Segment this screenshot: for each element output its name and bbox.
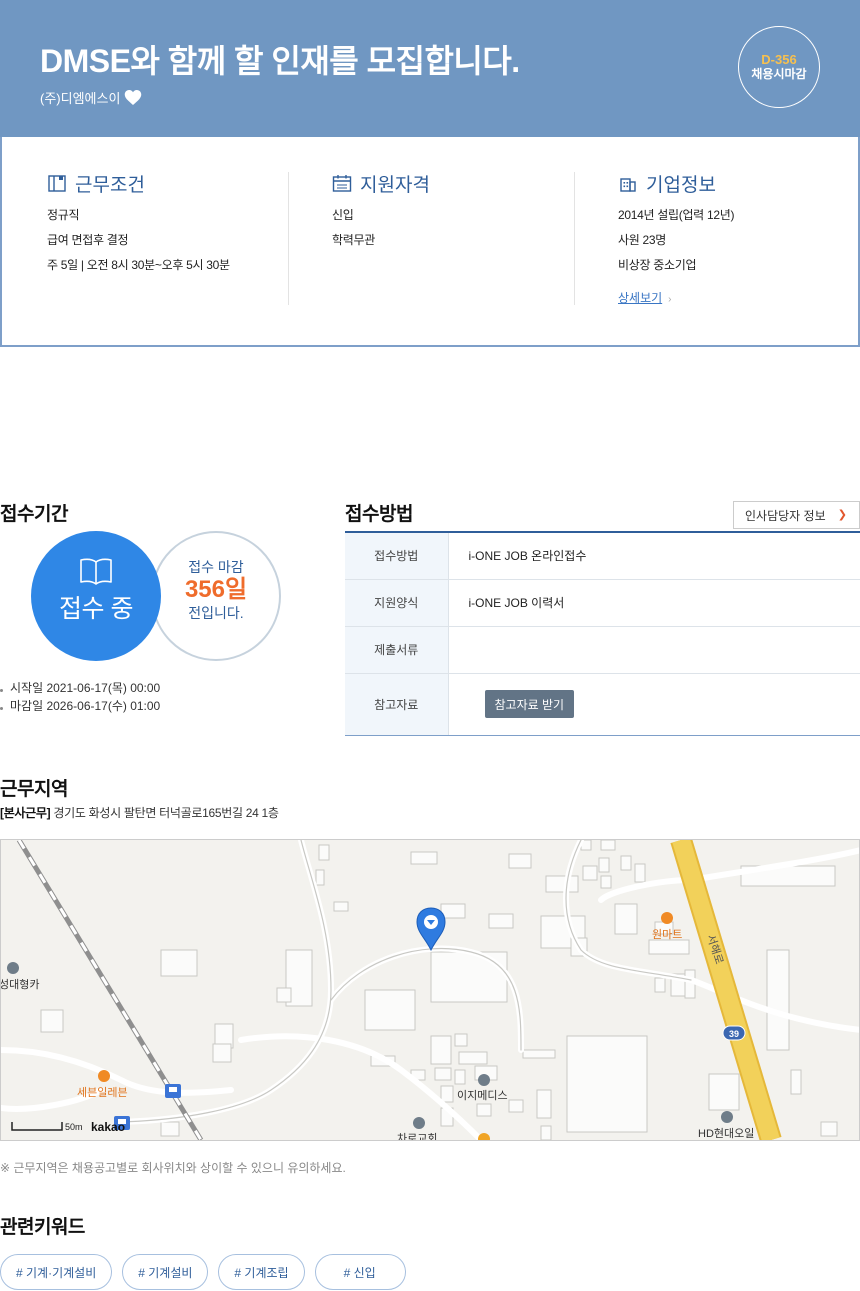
- table-row: 제출서류: [345, 626, 860, 674]
- work-address: [본사근무] 경기도 화성시 팔탄면 터넉골로165번길 24 1층: [0, 804, 279, 821]
- calendar-icon: [332, 175, 352, 192]
- map-label-hdoil: HD현대오일: [698, 1126, 754, 1140]
- work-conditions: 근무조건 정규직 급여 면접후 결정 주 5일 | 오전 8시 30분~오후 5…: [47, 171, 287, 305]
- employment-type: 정규직: [47, 208, 80, 222]
- qualifications-title: 지원자격: [360, 174, 430, 196]
- dday-count: D-356: [761, 52, 797, 67]
- location-map[interactable]: 서해로 39 원마트 성대형카 세븐일레븐 이지메디스 차로교회 HD현대오일 …: [0, 839, 860, 1141]
- row-label: 제출서류: [345, 626, 449, 674]
- keyword-tag[interactable]: # 기계조립: [218, 1254, 305, 1290]
- keyword-tag[interactable]: # 신입: [314, 1254, 406, 1290]
- row-label: 참고자료: [345, 673, 449, 736]
- deadline-label: 접수 마감: [188, 559, 244, 575]
- download-reference-button[interactable]: 참고자료 받기: [484, 690, 575, 718]
- job-title: DMSE와 함께 할 인재를 모집합니다.: [40, 43, 520, 79]
- deadline-days: 356일: [184, 576, 248, 603]
- door-icon: [48, 175, 66, 192]
- keyword-tag[interactable]: # 기계·기계설비: [0, 1254, 113, 1290]
- deadline-suffix: 전입니다.: [188, 605, 244, 621]
- chevron-right-icon: ›: [668, 294, 672, 305]
- job-summary-box: 근무조건 정규직 급여 면접후 결정 주 5일 | 오전 8시 30분~오후 5…: [0, 137, 860, 347]
- building-icon: [620, 178, 636, 192]
- application-status-circle: 접수 중: [31, 531, 161, 661]
- keyword-tag[interactable]: # 기계설비: [122, 1254, 209, 1290]
- heart-icon[interactable]: [124, 89, 142, 106]
- education-level: 학력무관: [332, 233, 375, 247]
- company-name-row: (주)디엠에스이: [40, 88, 142, 107]
- work-conditions-title: 근무조건: [75, 174, 145, 196]
- company-info-heading: 기업정보: [618, 171, 858, 196]
- row-value: i-ONE JOB 온라인접수: [448, 532, 860, 580]
- application-method-table: 접수방법 i-ONE JOB 온라인접수 지원양식 i-ONE JOB 이력서 …: [345, 531, 860, 736]
- table-row: 접수방법 i-ONE JOB 온라인접수: [345, 532, 860, 580]
- table-row: 지원양식 i-ONE JOB 이력서: [345, 579, 860, 627]
- deadline-circle: 접수 마감 356일 전입니다.: [151, 531, 281, 661]
- company-name[interactable]: (주)디엠에스이: [40, 88, 120, 107]
- work-conditions-heading: 근무조건: [47, 171, 287, 196]
- address-text: 경기도 화성시 팔탄면 터넉골로165번길 24 1층: [53, 806, 279, 820]
- map-label-7eleven: 세븐일레븐: [77, 1085, 128, 1099]
- career-level: 신입: [332, 208, 354, 222]
- map-label-carshop: 성대형카: [1, 978, 39, 991]
- salary: 급여 면접후 결정: [47, 233, 129, 247]
- hr-contact-button-label: 인사담당자 정보: [745, 508, 826, 523]
- map-scale-text: 50m: [65, 1122, 83, 1132]
- table-row: 참고자료 참고자료 받기: [345, 673, 860, 736]
- founded-year: 2014년 설립(업력 12년): [618, 208, 735, 222]
- map-disclaimer: ※ 근무지역은 채용공고별로 회사위치와 상이할 수 있으니 유의하세요.: [0, 1161, 346, 1175]
- region-section-title: 근무지역: [0, 779, 68, 800]
- work-hours: 주 5일 | 오전 8시 30분~오후 5시 30분: [47, 258, 230, 272]
- column-divider: [288, 172, 289, 305]
- map-canvas[interactable]: 서해로 39 원마트 성대형카 세븐일레븐 이지메디스 차로교회 HD현대오일 …: [1, 840, 859, 1140]
- map-label-church: 차로교회: [397, 1132, 437, 1140]
- period-section-title: 접수기간: [0, 504, 68, 525]
- keywords-section-title: 관련키워드: [0, 1217, 85, 1238]
- keyword-list: # 기계·기계설비 # 기계설비 # 기계조립 # 신입: [0, 1254, 406, 1290]
- row-value: i-ONE JOB 이력서: [448, 579, 860, 627]
- map-route-number: 39: [729, 1029, 739, 1039]
- row-value: 참고자료 받기: [448, 673, 860, 736]
- dday-label: 채용시마감: [751, 67, 807, 81]
- employee-count: 사원 23명: [618, 233, 667, 247]
- row-label: 접수방법: [345, 532, 449, 580]
- company-detail-link-label: 상세보기: [618, 291, 663, 305]
- qualifications: 지원자격 신입 학력무관: [332, 171, 572, 305]
- company-type: 비상장 중소기업: [618, 258, 697, 272]
- application-status: 접수 중: [59, 595, 133, 623]
- method-section-title: 접수방법: [345, 504, 413, 525]
- map-label-easymedis: 이지메디스: [457, 1089, 508, 1102]
- map-label-wonmart: 원마트: [652, 928, 682, 941]
- dday-badge: D-356 채용시마감: [738, 26, 820, 108]
- hr-contact-button[interactable]: 인사담당자 정보 ❯: [733, 501, 860, 529]
- chevron-right-icon: ❯: [837, 509, 847, 521]
- job-header-banner: DMSE와 함께 할 인재를 모집합니다. (주)디엠에스이 D-356 채용시…: [0, 0, 860, 137]
- qualifications-heading: 지원자격: [332, 171, 572, 196]
- application-dates: 시작일 2021-06-17(목) 00:00 마감일 2026-06-17(수…: [0, 679, 160, 715]
- company-info-title: 기업정보: [646, 174, 716, 196]
- bus-stop-icon[interactable]: [165, 1084, 181, 1098]
- column-divider: [574, 172, 575, 305]
- kakao-map-logo: kakao: [91, 1120, 125, 1134]
- company-detail-link[interactable]: 상세보기 ›: [618, 289, 672, 306]
- open-book-icon: [80, 558, 112, 585]
- row-value: [448, 626, 860, 674]
- company-info: 기업정보 2014년 설립(업력 12년) 사원 23명 비상장 중소기업 상세…: [618, 171, 858, 306]
- end-date: 마감일 2026-06-17(수) 01:00: [0, 697, 160, 715]
- address-tag: [본사근무]: [0, 806, 51, 820]
- row-label: 지원양식: [345, 579, 449, 627]
- start-date: 시작일 2021-06-17(목) 00:00: [0, 679, 160, 697]
